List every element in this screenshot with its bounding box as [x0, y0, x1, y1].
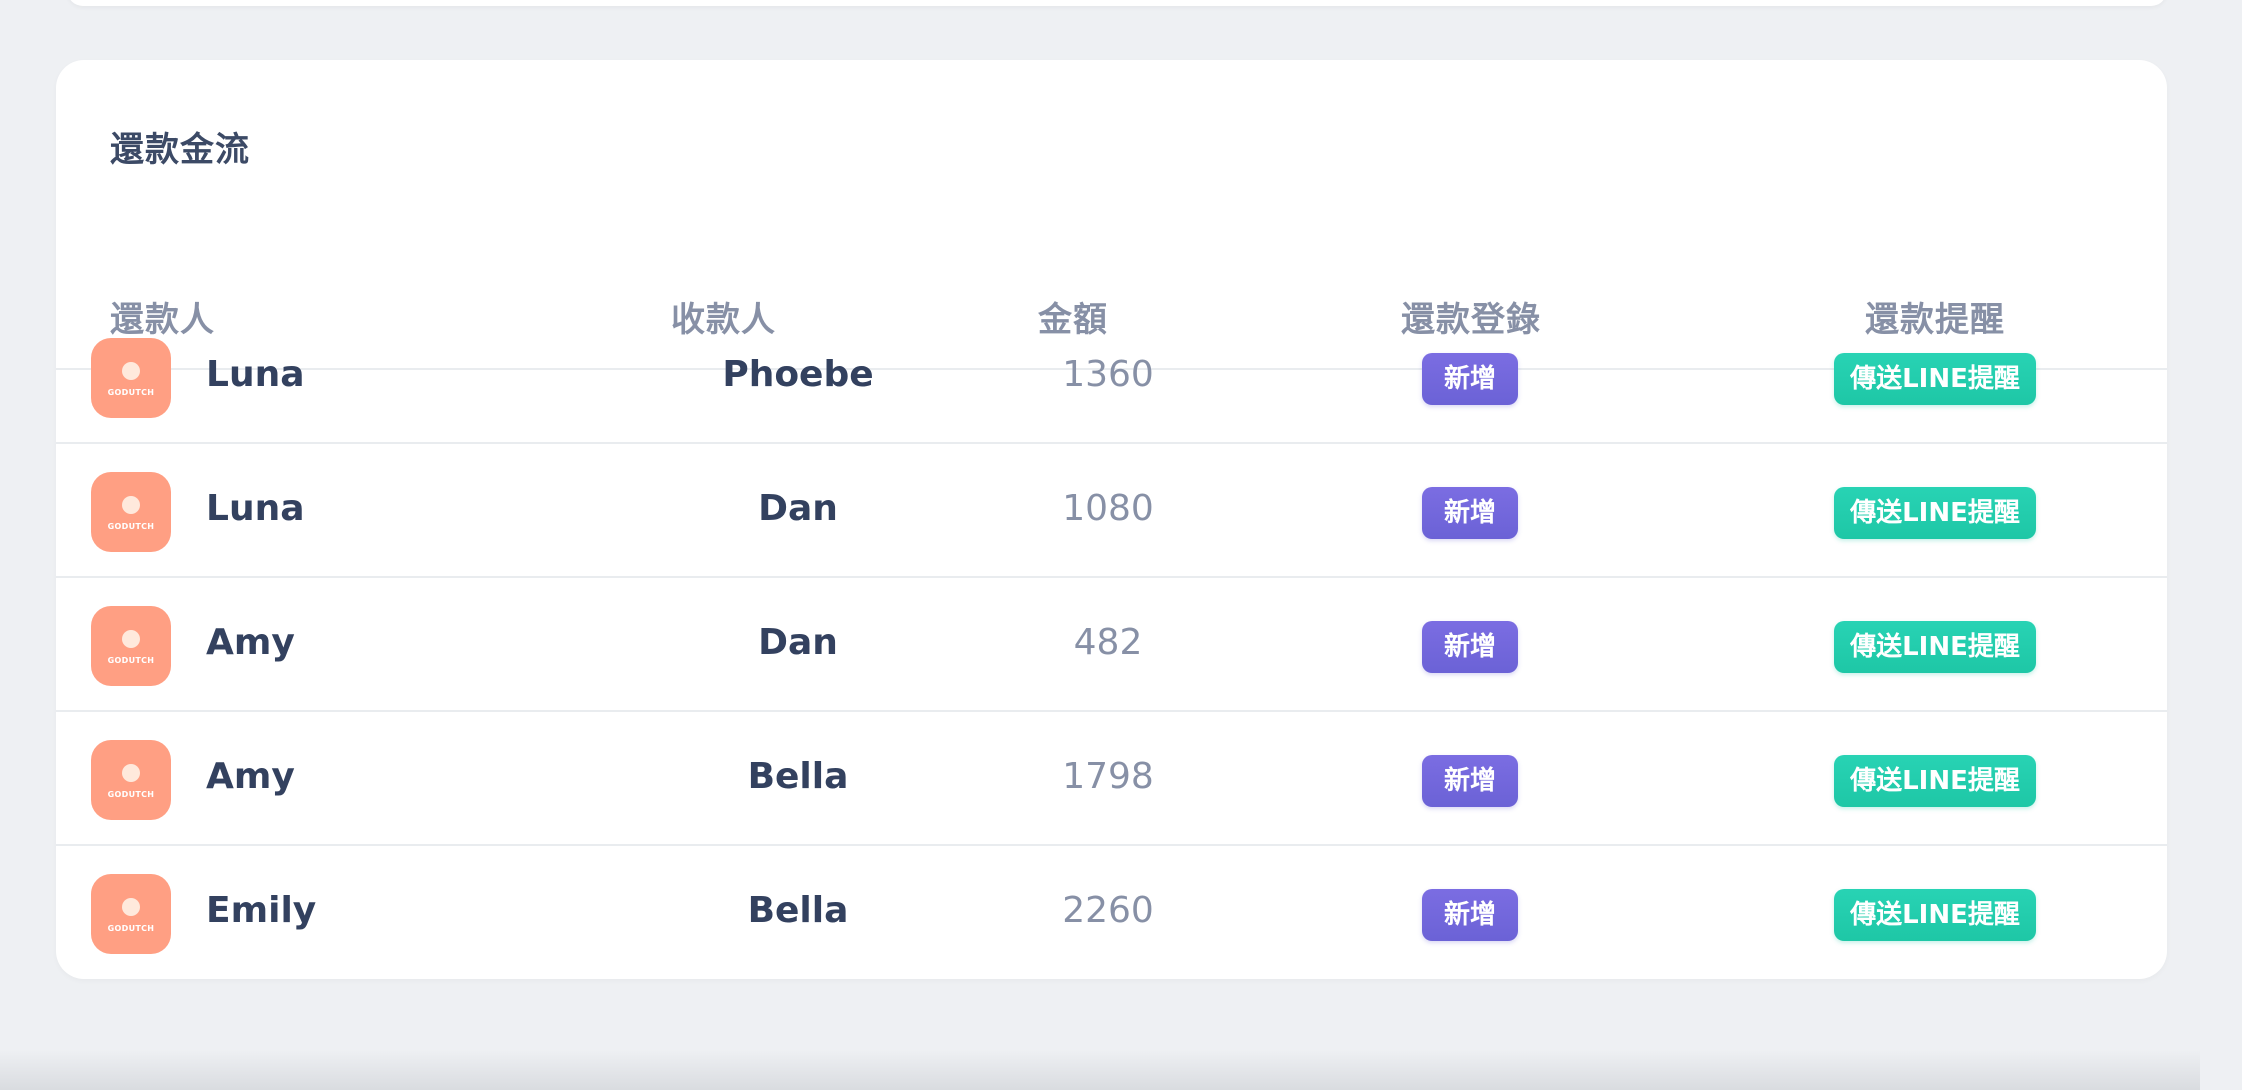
previous-card-edge — [67, 0, 2167, 6]
add-record-button[interactable]: 新增 — [1422, 621, 1518, 673]
logo-icon — [122, 764, 140, 782]
send-line-reminder-button[interactable]: 傳送LINE提醒 — [1834, 621, 2036, 673]
add-record-button[interactable]: 新增 — [1422, 353, 1518, 405]
table-row: GODUTCH Emily Bella 2260 新增 傳送LINE提醒 — [56, 846, 2167, 980]
payer-name: Amy — [206, 622, 295, 663]
avatar: GODUTCH — [91, 740, 171, 820]
payer-name: Emily — [206, 890, 317, 931]
avatar-label: GODUTCH — [107, 522, 155, 531]
avatar: GODUTCH — [91, 472, 171, 552]
payer-name: Luna — [206, 354, 305, 395]
avatar-label: GODUTCH — [107, 656, 155, 665]
payer-name: Luna — [206, 488, 305, 529]
table-row: GODUTCH Amy Dan 482 新增 傳送LINE提醒 — [56, 578, 2167, 712]
add-record-button[interactable]: 新增 — [1422, 755, 1518, 807]
amount: 1080 — [1062, 488, 1154, 529]
avatar-label: GODUTCH — [107, 388, 155, 397]
payee-name: Dan — [758, 488, 838, 529]
amount: 482 — [1073, 622, 1143, 663]
payee-name: Phoebe — [722, 354, 874, 395]
add-record-button[interactable]: 新增 — [1422, 487, 1518, 539]
logo-icon — [122, 496, 140, 514]
amount: 1360 — [1062, 354, 1154, 395]
repayment-flow-card: 還款金流 還款人 收款人 金額 還款登錄 還款提醒 GODUTCH Luna P… — [56, 60, 2167, 979]
send-line-reminder-button[interactable]: 傳送LINE提醒 — [1834, 353, 2036, 405]
bottom-shadow — [0, 1050, 2200, 1090]
table-row: GODUTCH Amy Bella 1798 新增 傳送LINE提醒 — [56, 712, 2167, 846]
payer-name: Amy — [206, 756, 295, 797]
avatar: GODUTCH — [91, 874, 171, 954]
card-title: 還款金流 — [110, 130, 250, 170]
table-row: GODUTCH Luna Phoebe 1360 新增 傳送LINE提醒 — [56, 310, 2167, 444]
send-line-reminder-button[interactable]: 傳送LINE提醒 — [1834, 755, 2036, 807]
avatar: GODUTCH — [91, 338, 171, 418]
table-row: GODUTCH Luna Dan 1080 新增 傳送LINE提醒 — [56, 444, 2167, 578]
payee-name: Dan — [758, 622, 838, 663]
amount: 2260 — [1062, 890, 1154, 931]
logo-icon — [122, 630, 140, 648]
payee-name: Bella — [747, 756, 849, 797]
send-line-reminder-button[interactable]: 傳送LINE提醒 — [1834, 889, 2036, 941]
add-record-button[interactable]: 新增 — [1422, 889, 1518, 941]
logo-icon — [122, 362, 140, 380]
logo-icon — [122, 898, 140, 916]
avatar: GODUTCH — [91, 606, 171, 686]
table-body: GODUTCH Luna Phoebe 1360 新增 傳送LINE提醒 GOD… — [56, 310, 2167, 980]
payee-name: Bella — [747, 890, 849, 931]
avatar-label: GODUTCH — [107, 924, 155, 933]
avatar-label: GODUTCH — [107, 790, 155, 799]
amount: 1798 — [1062, 756, 1154, 797]
send-line-reminder-button[interactable]: 傳送LINE提醒 — [1834, 487, 2036, 539]
